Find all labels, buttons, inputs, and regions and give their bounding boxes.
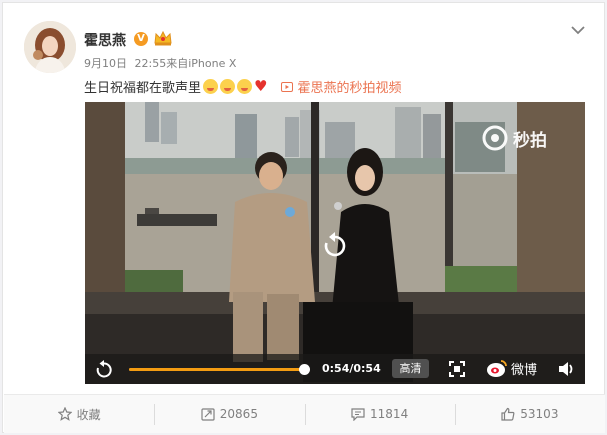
weibo-logo[interactable]: 微博 (486, 358, 537, 378)
watermark-label: 秒拍 (513, 130, 547, 151)
video-link[interactable]: 霍思燕的秒拍视频 (281, 77, 401, 96)
post-meta: 9月10日 22:55来自iPhone X (84, 55, 236, 71)
repost-icon (201, 408, 215, 421)
video-link-label: 霍思燕的秒拍视频 (297, 81, 402, 96)
repost-button[interactable]: 20865 (154, 395, 304, 433)
star-icon (57, 407, 72, 421)
post-date[interactable]: 9月10日 (84, 57, 127, 70)
crown-icon[interactable] (154, 30, 172, 46)
volume-icon[interactable] (557, 360, 575, 378)
weibo-post-card: 霍思燕 V 9月10日 22:55来自iPhone X 生日祝福都在歌声里 ♥ … (2, 2, 605, 433)
time-label: 0:54/0:54 (322, 362, 381, 375)
post-text: 生日祝福都在歌声里 (84, 81, 202, 96)
video-link-icon (281, 81, 294, 92)
post-text-row: 生日祝福都在歌声里 ♥ 霍思燕的秒拍视频 (84, 77, 401, 97)
like-count: 53103 (520, 407, 559, 421)
birthday-emoji-icon (220, 79, 236, 94)
username[interactable]: 霍思燕 (84, 30, 126, 50)
favorite-button[interactable]: 收藏 (4, 395, 154, 433)
replay-button-icon[interactable] (95, 360, 113, 378)
weibo-label: 微博 (511, 362, 538, 378)
progress-fill (129, 368, 304, 371)
post-time[interactable]: 22:55 (135, 57, 167, 70)
kiss-emoji-icon (237, 79, 253, 94)
heart-icon: ♥ (254, 77, 268, 95)
progress-knob[interactable] (298, 364, 310, 375)
watermark: 秒拍 (481, 124, 547, 152)
video-controls: 0:54/0:54 高清 微博 (85, 354, 585, 384)
comment-count: 11814 (370, 407, 409, 421)
progress-bar[interactable] (129, 364, 310, 375)
like-button[interactable]: 53103 (454, 395, 605, 433)
action-bar: 收藏 20865 11814 53103 (4, 394, 605, 433)
comment-icon (351, 408, 365, 421)
weibo-logo-icon (487, 360, 507, 377)
avatar[interactable] (24, 21, 76, 73)
replay-icon[interactable] (323, 232, 347, 258)
miaopai-logo-icon (482, 125, 508, 151)
verified-badge-icon: V (134, 32, 148, 46)
avatar-image (24, 21, 76, 73)
thumbs-up-icon (501, 407, 515, 421)
repost-count: 20865 (219, 407, 258, 421)
fullscreen-icon[interactable] (449, 361, 465, 377)
chevron-down-icon[interactable] (571, 25, 585, 35)
comment-button[interactable]: 11814 (304, 395, 455, 433)
post-source: 来自iPhone X (166, 57, 237, 70)
quality-button[interactable]: 高清 (392, 359, 429, 378)
birthday-emoji-icon (203, 79, 219, 94)
favorite-label: 收藏 (76, 407, 101, 422)
video-player[interactable]: 秒拍 0:54/0:54 高清 微博 (85, 102, 585, 384)
